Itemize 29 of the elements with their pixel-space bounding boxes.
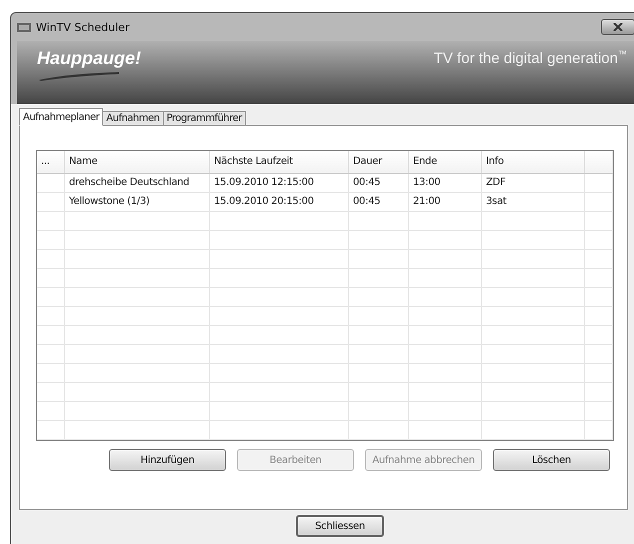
column-header[interactable]: Info <box>482 151 585 173</box>
close-dialog-button[interactable]: Schliessen <box>296 515 384 537</box>
tab[interactable]: Aufnahmen <box>102 111 164 126</box>
table-cell: 3sat <box>482 193 585 211</box>
window-title: WinTV Scheduler <box>36 20 130 34</box>
swoosh-icon <box>37 71 121 81</box>
column-header[interactable]: Nächste Laufzeit <box>210 151 349 173</box>
column-header[interactable]: Dauer <box>349 151 409 173</box>
table-cell: 13:00 <box>409 174 482 192</box>
table-cell: 21:00 <box>409 193 482 211</box>
table-cell: drehscheibe Deutschland <box>65 174 210 192</box>
column-header[interactable]: ... <box>37 151 65 173</box>
tab[interactable]: Programmführer <box>162 111 246 126</box>
action-button[interactable]: Löschen <box>493 449 610 471</box>
column-header[interactable]: Ende <box>409 151 482 173</box>
tab[interactable]: Aufnahmeplaner <box>19 108 104 126</box>
table-cell: 15.09.2010 12:15:00 <box>210 174 349 192</box>
table-cell: 00:45 <box>349 174 409 192</box>
action-button[interactable]: Hinzufügen <box>109 449 226 471</box>
close-button[interactable] <box>601 19 634 35</box>
logo-text: Hauppauge! <box>37 47 142 69</box>
tv-icon <box>17 22 31 32</box>
table-cell: ZDF <box>482 174 585 192</box>
close-icon <box>613 23 623 31</box>
column-header[interactable]: Name <box>65 151 210 173</box>
table-cell: Yellowstone (1/3) <box>65 193 210 211</box>
tagline: TV for the digital generation$^{™}$ <box>434 48 627 67</box>
table-cell: 15.09.2010 20:15:00 <box>210 193 349 211</box>
table-cell: 00:45 <box>349 193 409 211</box>
